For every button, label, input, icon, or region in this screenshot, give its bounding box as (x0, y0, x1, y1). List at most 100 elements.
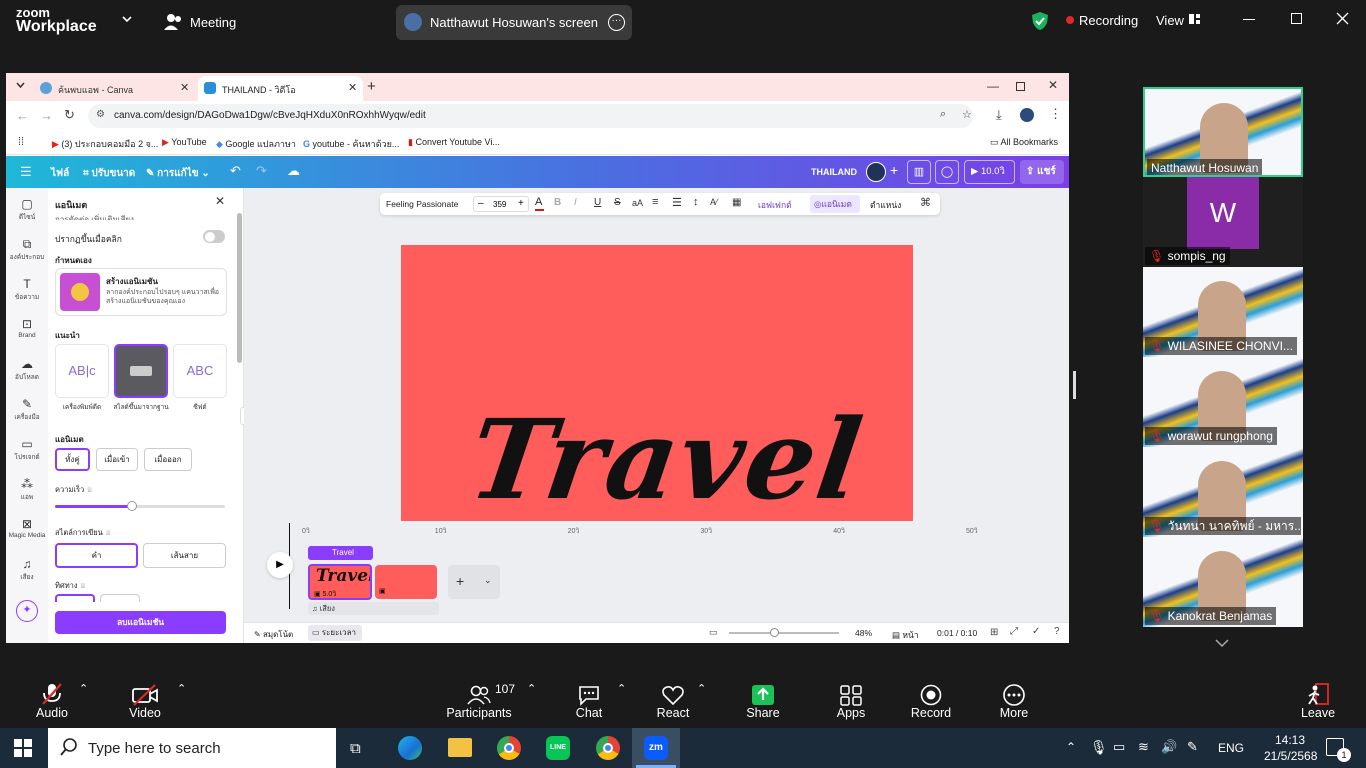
react-button[interactable]: React (653, 678, 693, 720)
text-effects-icon[interactable]: A⁄ (710, 197, 718, 207)
profile-avatar[interactable] (1020, 108, 1034, 122)
url-field[interactable]: ⚙ canva.com/design/DAGoDwa1Dgw/cBveJqHXd… (88, 104, 973, 128)
recording-label[interactable]: Recording (1079, 13, 1138, 28)
timeline-play-button[interactable]: ▶ (267, 552, 293, 578)
sidebar-item[interactable]: ⊠ Magic Media (6, 516, 48, 554)
animate-button[interactable]: ◎แอนิเมต (810, 195, 860, 213)
zoom-search-icon[interactable]: ⌕ (940, 108, 946, 121)
battery-icon[interactable]: ▭ (1113, 739, 1125, 755)
audio-track[interactable]: ♫ เสียง (308, 602, 439, 615)
check-icon[interactable]: ✓ (1032, 626, 1040, 637)
tab-list-icon[interactable] (16, 82, 25, 89)
underline-icon[interactable]: U (594, 197, 601, 208)
participant-tile[interactable]: 🎙︎ วันทนา นาคทิพย์ - มหาร... (1143, 447, 1303, 537)
microphone-tray-icon[interactable]: 🎙 (1090, 739, 1108, 756)
timeline-toggle[interactable]: ▭ ระยะเวลา (308, 625, 362, 641)
clock[interactable]: 14:13 21/5/2568 (1264, 732, 1317, 764)
sidebar-item[interactable]: ♫ เสียง (6, 556, 48, 594)
paint-format-icon[interactable]: ⌘ (920, 196, 931, 209)
share-resize-handle[interactable] (1073, 371, 1076, 399)
chevron-down-icon[interactable] (1215, 639, 1229, 648)
animation-clip[interactable]: Travel (308, 546, 373, 560)
appear-on-click-toggle[interactable] (203, 230, 225, 243)
chevron-up-icon[interactable]: ⌃ (697, 682, 706, 695)
zoom-taskbar-item[interactable]: zm (632, 728, 680, 768)
sidebar-item[interactable]: ▢ ดีไซน์ (6, 196, 48, 234)
effects-button[interactable]: เอฟเฟกต์ (758, 198, 792, 212)
present-icon[interactable]: ▭ (709, 627, 718, 638)
restore-icon[interactable] (1016, 82, 1025, 91)
sidebar-item[interactable]: ▭ โปรเจกต์ (6, 436, 48, 474)
close-tab-icon[interactable]: ✕ (180, 81, 189, 94)
panel-scrollbar[interactable] (237, 213, 242, 363)
bookmark-item[interactable]: ◆ Google แปลภาษา (216, 137, 296, 151)
page-button[interactable]: ▤ หน้า (892, 628, 919, 642)
resize-menu[interactable]: ⌗ ปรับขนาด (83, 166, 135, 181)
new-tab-icon[interactable]: + (367, 78, 376, 95)
help-icon[interactable]: ? (1054, 626, 1060, 637)
design-canvas[interactable]: Travel (401, 245, 913, 521)
chat-button[interactable]: Chat (569, 678, 609, 720)
font-size-stepper[interactable]: – 359 + (473, 196, 529, 212)
audio-button[interactable]: Audio (32, 678, 72, 720)
scene-clip-1[interactable]: Travel ▣ 5.0วิ (308, 564, 372, 600)
chrome-profile-icon[interactable] (596, 736, 620, 760)
sidebar-item[interactable]: ⧉ องค์ประกอบ (6, 236, 48, 274)
italic-icon[interactable]: I (574, 197, 577, 208)
anim-both-button[interactable]: ทั้งคู่ (55, 448, 90, 471)
chevron-down-icon[interactable]: ⌄ (484, 575, 492, 586)
sidebar-item[interactable]: ⊡ Brand (6, 316, 48, 354)
hamburger-menu-icon[interactable]: ☰ (20, 164, 32, 180)
language-indicator[interactable]: ENG (1218, 741, 1244, 755)
pen-icon[interactable]: ✎ (1187, 739, 1198, 755)
minimize-icon[interactable]: — (987, 79, 999, 93)
bookmark-item[interactable]: G youtube - ค้นหาด้วย... (303, 137, 399, 151)
font-selector[interactable]: Feeling Passionate (386, 199, 458, 209)
text-color-icon[interactable]: A (535, 196, 542, 208)
participant-tile[interactable]: 🎙︎ WILASINEE CHONVI... (1143, 267, 1303, 357)
minimize-icon[interactable] (1243, 19, 1255, 20)
list-icon[interactable]: ☰ (672, 196, 682, 209)
close-panel-icon[interactable]: ✕ (215, 194, 225, 208)
apps-button[interactable]: Apps (831, 678, 871, 720)
view-menu[interactable]: View (1156, 13, 1184, 28)
task-view-icon[interactable]: ⧉ (350, 740, 361, 757)
chevron-up-icon[interactable]: ⌃ (527, 682, 536, 695)
more-options-icon[interactable]: ··· (608, 14, 625, 31)
sidebar-item[interactable]: ☁ อัปโหลด (6, 356, 48, 394)
zoom-slider[interactable] (729, 628, 839, 637)
fullscreen-icon[interactable]: ⤢ (1010, 626, 1018, 637)
wifi-icon[interactable]: ≋ (1138, 739, 1149, 755)
chevron-down-icon[interactable] (122, 15, 132, 23)
more-button[interactable]: More (994, 678, 1034, 720)
canvas-text-travel[interactable]: Travel (462, 395, 871, 521)
screen-share-pill[interactable]: Natthawut Hosuwan's screen ··· (396, 5, 632, 40)
close-tab-icon[interactable]: ✕ (348, 81, 357, 94)
bookmark-item[interactable]: ▶ (3) ประกอบคอมมือ 2 จ... (52, 137, 158, 151)
scene-clip-2[interactable]: ▣ (375, 565, 437, 599)
undo-icon[interactable]: ↶ (230, 163, 241, 179)
meeting-label[interactable]: Meeting (190, 15, 236, 30)
bookmark-item[interactable]: ▮ Convert Youtube Vi... (408, 137, 500, 148)
forward-icon[interactable]: → (40, 108, 53, 123)
zoom-level[interactable]: 48% (855, 628, 872, 638)
participant-tile[interactable]: Natthawut Hosuwan (1143, 87, 1303, 177)
grid-view-icon[interactable] (1189, 13, 1201, 25)
chrome-icon[interactable] (497, 736, 521, 760)
participant-tile[interactable]: 🎙︎ worawut rungphong (1143, 357, 1303, 447)
taskbar-search[interactable]: Type here to search (48, 728, 336, 768)
decrease-size-icon[interactable]: – (478, 198, 484, 209)
all-bookmarks[interactable]: ▭ All Bookmarks (990, 137, 1058, 148)
file-explorer-icon[interactable] (448, 738, 472, 757)
style-stroke-button[interactable]: เส้นสาย (143, 543, 226, 568)
menu-kebab-icon[interactable]: ⋮ (1049, 106, 1062, 122)
file-menu[interactable]: ไฟล์ (51, 166, 69, 181)
remove-animation-button[interactable]: ลบแอนิเมชัน (55, 611, 226, 634)
bookmark-star-icon[interactable]: ☆ (962, 108, 972, 121)
tab-thailand-video[interactable]: THAILAND - วิดีโอ ✕ (198, 76, 363, 101)
reload-icon[interactable]: ↻ (64, 107, 75, 123)
play-button[interactable]: ▶ 10.0วิ (964, 160, 1015, 184)
record-button[interactable]: Record (908, 678, 954, 720)
transparency-icon[interactable]: ▦ (732, 197, 741, 208)
chevron-up-icon[interactable]: ⌃ (617, 682, 626, 695)
